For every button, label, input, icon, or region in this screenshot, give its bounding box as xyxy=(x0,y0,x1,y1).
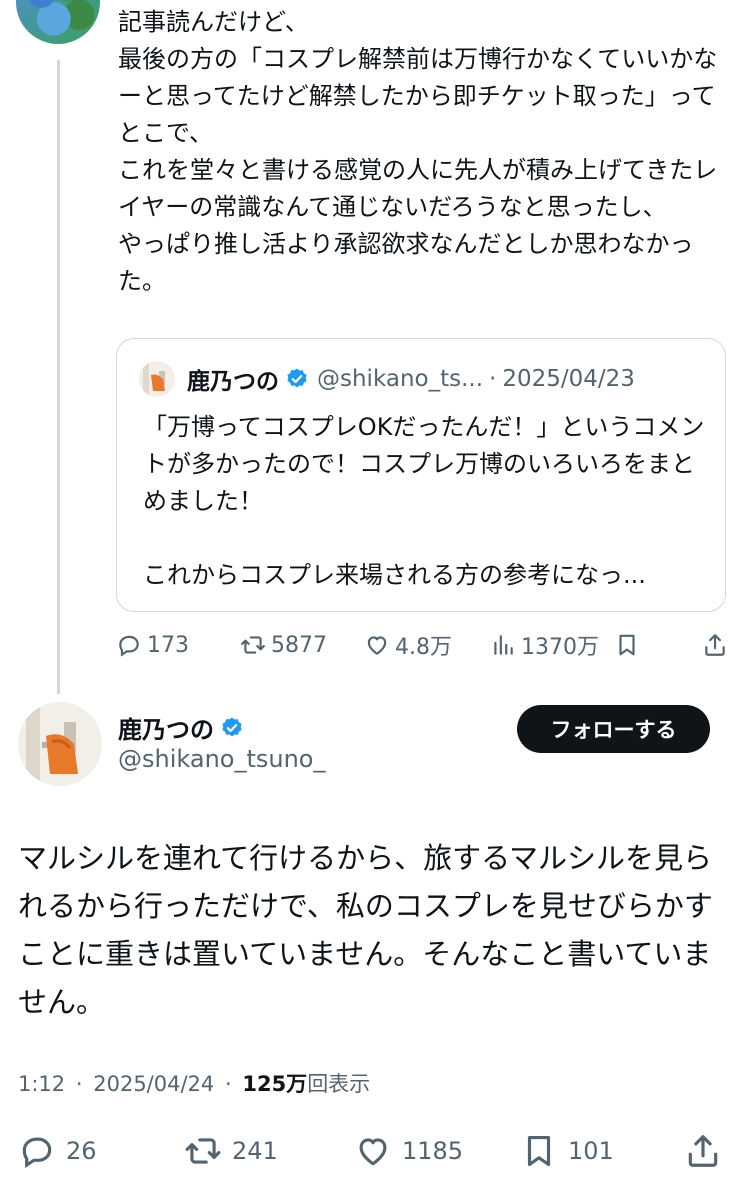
tweet-views-label: 回表示 xyxy=(307,1072,371,1096)
quoted-author-avatar xyxy=(139,361,175,397)
main-action-bar: 26 241 1185 101 xyxy=(18,1128,728,1174)
like-icon xyxy=(367,636,387,655)
share-icon xyxy=(688,1135,718,1167)
reply-author-avatar[interactable] xyxy=(16,0,100,44)
quoted-tweet-card[interactable]: 鹿乃つの @shikano_ts... · 2025/04/23 「万博ってコス… xyxy=(116,338,726,612)
quoted-author-handle: @shikano_ts... xyxy=(317,366,484,392)
repost-icon xyxy=(185,1138,221,1164)
views-count: 1370万 xyxy=(521,635,599,660)
reply-tweet-text: 記事読んだけど、 最後の方の「コスプレ解禁前は万博行かなくていいかなーと思ってた… xyxy=(118,8,718,295)
meta-separator: · xyxy=(75,1072,83,1096)
main-bookmark-button[interactable]: 101 xyxy=(520,1128,614,1174)
reply-count: 173 xyxy=(147,632,189,658)
tweet-meta: 1:12 · 2025/04/24 · 125万回表示 xyxy=(18,1068,370,1098)
follow-button[interactable]: フォローする xyxy=(517,705,710,753)
reply-repost-button[interactable]: 5877 xyxy=(240,628,327,662)
quoted-separator: · xyxy=(489,366,497,392)
reply-share-button[interactable] xyxy=(702,628,733,662)
main-share-button[interactable] xyxy=(684,1128,732,1174)
meta-separator-2: · xyxy=(224,1072,232,1096)
like-icon xyxy=(359,1138,387,1166)
reply-views-button[interactable]: 1370万 xyxy=(490,628,599,662)
like-count: 4.8万 xyxy=(395,635,452,660)
repost-count: 5877 xyxy=(271,632,327,658)
thread-line xyxy=(57,60,60,694)
main-like-count: 1185 xyxy=(402,1137,464,1165)
main-tweet-text: マルシルを連れて行けるから、旅するマルシルを見られるから行っただけで、私のコスプ… xyxy=(18,841,713,1019)
main-reply-count: 26 xyxy=(66,1137,97,1165)
verified-icon xyxy=(285,367,309,391)
repost-icon xyxy=(241,636,265,654)
reply-action-bar: 173 5877 4.8万 1370万 xyxy=(116,628,728,662)
reply-bookmark-button[interactable] xyxy=(614,628,645,662)
main-author-name-row[interactable]: 鹿乃つの xyxy=(118,710,252,745)
quoted-author-name: 鹿乃つの xyxy=(187,369,279,395)
main-author-handle: @shikano_tsuno_ xyxy=(118,745,326,773)
main-author-name: 鹿乃つの xyxy=(118,716,214,744)
main-repost-count: 241 xyxy=(232,1137,278,1165)
main-repost-button[interactable]: 241 xyxy=(184,1128,278,1174)
views-icon xyxy=(494,635,513,655)
tweet-time[interactable]: 1:12 xyxy=(18,1072,65,1096)
main-bookmark-count: 101 xyxy=(568,1137,614,1165)
tweet-date[interactable]: 2025/04/24 xyxy=(93,1072,214,1096)
reply-icon xyxy=(119,635,139,657)
share-icon xyxy=(705,634,725,656)
reply-comment-button[interactable]: 173 xyxy=(116,628,189,662)
reply-icon xyxy=(22,1137,52,1169)
main-author-avatar[interactable] xyxy=(18,702,102,786)
quoted-tweet-text: 「万博ってコスプレOKだったんだ！」というコメントが多かったので！コスプレ万博の… xyxy=(143,413,705,589)
main-reply-button[interactable]: 26 xyxy=(18,1128,97,1174)
quoted-date: 2025/04/23 xyxy=(502,366,635,392)
bookmark-icon xyxy=(619,634,635,656)
reply-like-button[interactable]: 4.8万 xyxy=(364,628,452,662)
bookmark-icon xyxy=(527,1135,551,1167)
verified-icon xyxy=(220,716,244,740)
main-like-button[interactable]: 1185 xyxy=(354,1128,463,1174)
tweet-views-count: 125万 xyxy=(242,1072,308,1096)
quoted-tweet-header: 鹿乃つの @shikano_ts... · 2025/04/23 xyxy=(187,361,635,397)
